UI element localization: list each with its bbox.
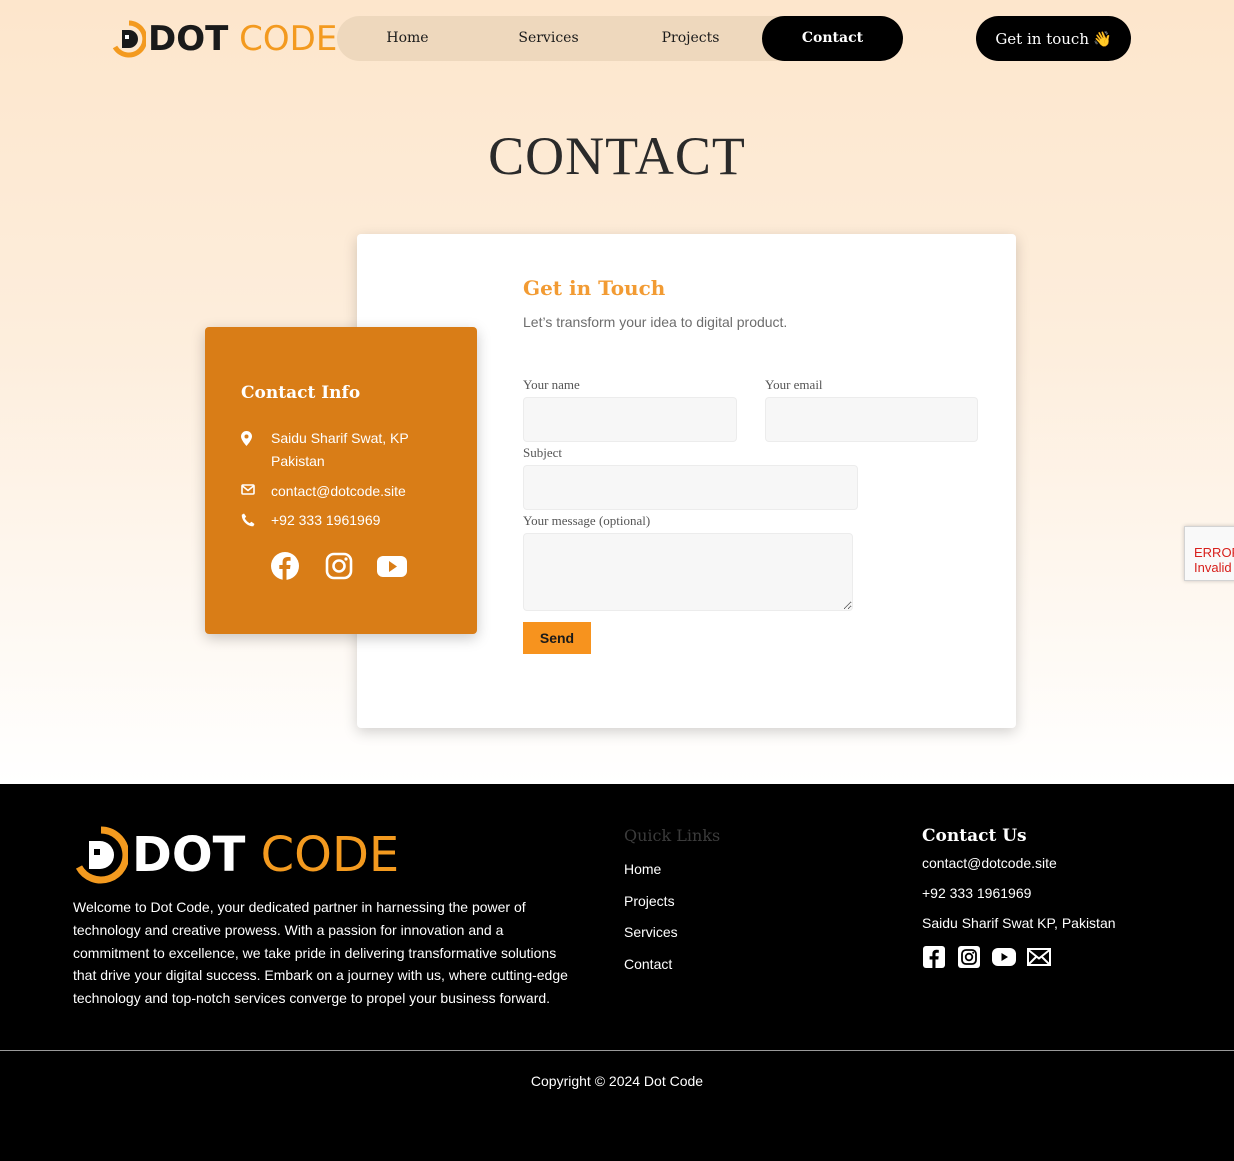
footer-logo-mark-icon	[75, 826, 128, 884]
cta-label: Get in touch	[995, 29, 1089, 48]
address-row: Saidu Sharif Swat, KP Pakistan	[241, 427, 431, 473]
footer-link-services[interactable]: Services	[624, 924, 678, 940]
name-label: Your name	[523, 377, 580, 392]
copyright-text: Copyright © 2024 Dot Code	[530, 1073, 704, 1089]
phone-text[interactable]: +92 333 1961969	[271, 509, 431, 532]
subject-field[interactable]	[523, 465, 858, 510]
phone-icon	[241, 509, 271, 527]
page-title: CONTACT	[488, 126, 746, 186]
form-title: Get in Touch	[523, 276, 666, 300]
contact-us-title: Contact Us	[922, 826, 1027, 846]
address-text: Saidu Sharif Swat, KP Pakistan	[271, 430, 409, 469]
phone-row: +92 333 1961969	[241, 509, 431, 532]
footer-facebook-icon[interactable]	[922, 945, 946, 969]
footer-logo-text: DOT CODE	[132, 831, 399, 879]
nav-projects[interactable]: Projects	[620, 16, 761, 61]
footer-link-contact[interactable]: Contact	[624, 956, 672, 972]
subject-label: Subject	[523, 445, 562, 460]
instagram-icon[interactable]	[324, 551, 354, 581]
footer-logo-code: CODE	[260, 827, 400, 883]
logo-mark-icon	[112, 20, 146, 58]
youtube-icon[interactable]	[377, 551, 407, 581]
main-nav: Home Services Projects Contact	[337, 16, 903, 61]
message-field[interactable]	[523, 533, 853, 611]
footer-link-home[interactable]: Home	[624, 861, 661, 877]
footer-phone[interactable]: +92 333 1961969	[922, 885, 1031, 901]
footer-logo-dot: DOT	[132, 827, 246, 883]
footer-about-text: Welcome to Dot Code, your dedicated part…	[73, 899, 568, 1007]
logo-dot: DOT	[148, 19, 229, 59]
email-text[interactable]: contact@dotcode.site	[271, 480, 431, 503]
footer-logo[interactable]: DOT CODE	[74, 826, 399, 884]
email-row: contact@dotcode.site	[241, 480, 431, 503]
footer-instagram-icon[interactable]	[957, 945, 981, 969]
footer-youtube-icon[interactable]	[992, 945, 1016, 969]
email-label: Your email	[765, 377, 823, 392]
facebook-icon[interactable]	[270, 551, 300, 581]
waving-hand-icon: 👋	[1092, 29, 1112, 48]
email-field[interactable]	[765, 397, 978, 442]
logo-text: DOT CODE	[148, 22, 337, 56]
footer-mail-icon[interactable]	[1027, 945, 1051, 969]
footer-link-projects[interactable]: Projects	[624, 893, 675, 909]
send-button[interactable]: Send	[523, 622, 591, 654]
recaptcha-error-text: ERROR	[1194, 545, 1234, 560]
footer-address: Saidu Sharif Swat KP, Pakistan	[922, 915, 1116, 931]
recaptcha-badge[interactable]: ERROR Invalid	[1184, 526, 1234, 581]
header-logo[interactable]: DOT CODE	[112, 18, 337, 60]
contact-info-card: Contact Info Saidu Sharif Swat, KP Pakis…	[205, 327, 477, 634]
footer-divider	[0, 1050, 1234, 1051]
logo-code: CODE	[239, 19, 338, 59]
quick-links-title: Quick Links	[624, 826, 721, 845]
name-field[interactable]	[523, 397, 737, 442]
envelope-icon	[241, 480, 271, 495]
contact-info-title: Contact Info	[241, 383, 361, 403]
nav-services[interactable]: Services	[478, 16, 619, 61]
nav-home[interactable]: Home	[337, 16, 478, 61]
get-in-touch-button[interactable]: Get in touch 👋	[976, 16, 1131, 61]
location-pin-icon	[241, 427, 271, 446]
form-subtitle: Let’s transform your idea to digital pro…	[523, 314, 788, 330]
message-label: Your message (optional)	[523, 513, 651, 528]
recaptcha-invalid-text: Invalid	[1194, 560, 1232, 575]
footer-email[interactable]: contact@dotcode.site	[922, 855, 1057, 871]
nav-contact[interactable]: Contact	[762, 16, 903, 61]
